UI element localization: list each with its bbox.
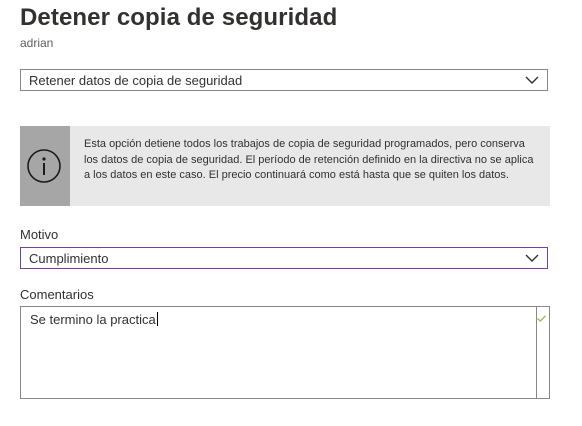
reason-dropdown-value: Cumplimiento — [29, 250, 109, 266]
action-dropdown[interactable]: Retener datos de copia de seguridad — [20, 69, 548, 91]
info-icon — [27, 149, 61, 183]
checkmark-icon — [537, 315, 546, 322]
info-message-box: Esta opción detiene todos los trabajos d… — [20, 126, 550, 206]
info-text: Esta opción detiene todos los trabajos d… — [84, 138, 534, 181]
comments-label: Comentarios — [20, 287, 94, 302]
reason-label: Motivo — [20, 227, 59, 242]
comments-value: Se termino la practica — [30, 312, 158, 327]
action-dropdown-value: Retener datos de copia de seguridad — [29, 72, 243, 88]
page-title: Detener copia de seguridad — [20, 4, 338, 31]
text-caret — [156, 312, 158, 326]
chevron-down-icon — [525, 254, 539, 262]
info-strip — [20, 126, 70, 206]
comments-textarea[interactable]: Se termino la practica — [20, 306, 550, 399]
chevron-down-icon — [525, 76, 539, 84]
reason-dropdown[interactable]: Cumplimiento — [20, 247, 548, 269]
page-subtitle: adrian — [20, 36, 54, 50]
